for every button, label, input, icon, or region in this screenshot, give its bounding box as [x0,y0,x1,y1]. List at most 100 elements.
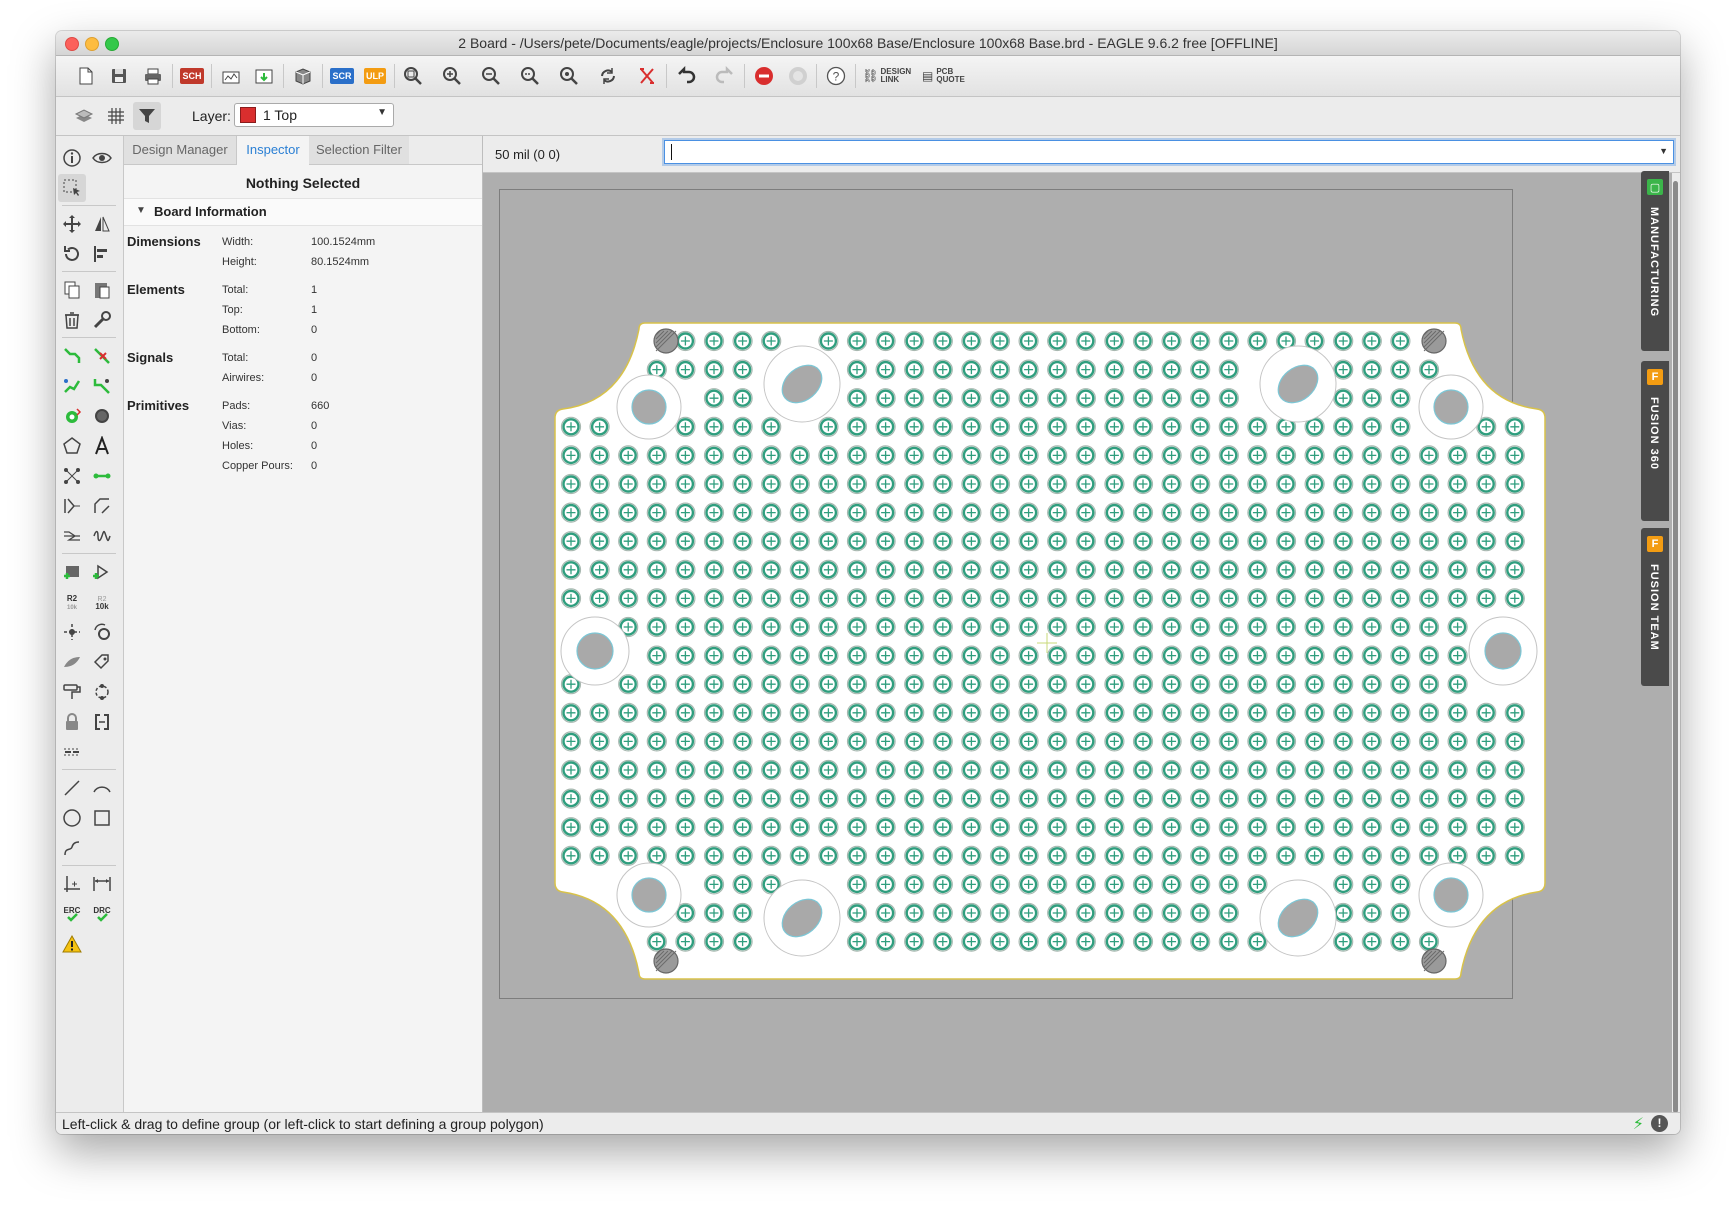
pad[interactable] [904,531,925,552]
pad[interactable] [1161,845,1182,866]
pad[interactable] [1018,445,1039,466]
pad[interactable] [961,531,982,552]
pad[interactable] [1361,359,1382,380]
pad[interactable] [1075,674,1096,695]
pad[interactable] [1218,445,1239,466]
pad[interactable] [1333,473,1354,495]
help-icon[interactable]: ? [822,62,850,90]
pad[interactable] [1476,702,1497,723]
rotate-icon[interactable] [58,240,86,268]
wave-icon[interactable] [88,522,116,550]
pad[interactable] [1161,731,1182,752]
pad[interactable] [1190,788,1211,809]
pad[interactable] [904,359,925,380]
pad[interactable] [1447,445,1468,466]
paint-roller-icon[interactable] [58,678,86,706]
pad[interactable] [703,874,725,895]
pad[interactable] [589,531,610,552]
pad[interactable] [1504,759,1525,781]
pad[interactable] [1018,902,1039,924]
pad[interactable] [703,645,725,666]
pad[interactable] [961,359,982,380]
pad[interactable] [732,531,753,552]
pad[interactable] [1333,931,1354,952]
pad[interactable] [1361,702,1382,723]
split-icon[interactable] [58,492,86,520]
pad[interactable] [1361,902,1382,924]
pad[interactable] [618,817,639,838]
pad[interactable] [904,845,925,866]
zoom-select-icon[interactable] [516,62,544,90]
pad[interactable] [1504,731,1525,752]
pad[interactable] [961,788,982,809]
circle-icon[interactable] [58,804,86,832]
replace-icon[interactable] [88,558,116,586]
pad[interactable] [1190,559,1211,580]
pad[interactable] [1018,330,1039,352]
pad[interactable] [1018,559,1039,580]
pad[interactable] [1361,473,1382,495]
pad[interactable] [1476,817,1497,838]
pad[interactable] [1390,531,1411,552]
pad[interactable] [1104,845,1125,866]
pad[interactable] [703,502,725,523]
pad[interactable] [1275,788,1297,809]
pad[interactable] [1390,731,1411,752]
pad[interactable] [1476,731,1497,752]
pad[interactable] [1190,588,1211,609]
pad[interactable] [1333,388,1354,409]
pad[interactable] [875,531,896,552]
pad[interactable] [1390,702,1411,723]
pad[interactable] [1247,473,1268,495]
pad[interactable] [1161,902,1182,924]
pad[interactable] [732,645,753,666]
pad[interactable] [703,731,725,752]
pad[interactable] [818,674,839,695]
pad[interactable] [1418,473,1440,495]
pad[interactable] [761,502,782,523]
pad[interactable] [732,359,753,380]
pad[interactable] [1104,559,1125,580]
pad[interactable] [1047,388,1068,409]
pad[interactable] [1304,731,1325,752]
pad[interactable] [989,902,1011,924]
pad[interactable] [1218,902,1239,924]
pad[interactable] [818,759,839,781]
pad[interactable] [646,817,667,838]
pad[interactable] [1047,445,1068,466]
pad[interactable] [1304,759,1325,781]
pad[interactable] [1218,502,1239,523]
pad[interactable] [961,817,982,838]
pad[interactable] [1190,731,1211,752]
pad[interactable] [675,845,696,866]
pad[interactable] [1104,817,1125,838]
pad[interactable] [1190,531,1211,552]
pad[interactable] [1247,731,1268,752]
pad[interactable] [703,445,725,466]
pad[interactable] [1075,702,1096,723]
pad[interactable] [732,702,753,723]
pad[interactable] [1275,473,1297,495]
pad[interactable] [675,674,696,695]
new-icon[interactable] [72,62,100,90]
pad[interactable] [875,588,896,609]
pad[interactable] [1504,559,1525,580]
pad[interactable] [1047,531,1068,552]
pcb-quote-icon[interactable]: ▤ PCB QUOTE [922,62,972,90]
pad[interactable] [875,845,896,866]
pad[interactable] [1418,817,1440,838]
pad[interactable] [961,702,982,723]
pad[interactable] [1390,559,1411,580]
pad[interactable] [789,702,810,723]
pad[interactable] [1390,902,1411,924]
pad[interactable] [875,559,896,580]
meander-icon[interactable] [58,522,86,550]
pad[interactable] [1132,788,1154,809]
pad[interactable] [618,531,639,552]
pad[interactable] [646,845,667,866]
pad[interactable] [1247,588,1268,609]
pad[interactable] [675,731,696,752]
pad[interactable] [1161,645,1182,666]
dimension-icon[interactable] [88,870,116,898]
pad[interactable] [1447,788,1468,809]
